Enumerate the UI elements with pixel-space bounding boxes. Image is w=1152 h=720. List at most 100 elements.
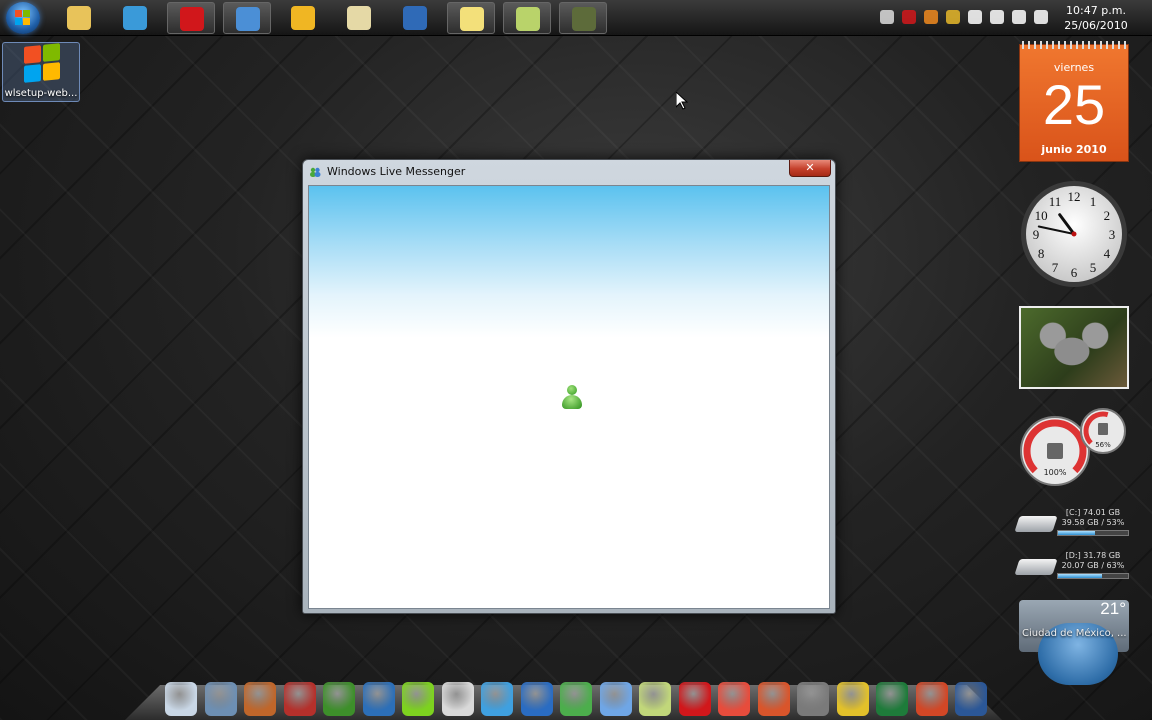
- photoshop-icon: [403, 6, 427, 30]
- desktop-icon-label: wlsetup-web...: [4, 88, 78, 99]
- drive-usage: 20.07 GB / 63%: [1061, 561, 1125, 570]
- itunes-icon: [123, 6, 147, 30]
- taskbar-clock[interactable]: 10:47 p.m. 25/06/2010: [1060, 3, 1132, 33]
- show-hidden-icons-icon[interactable]: [880, 10, 894, 24]
- drive-title: [C:] 74.01 GB: [1065, 508, 1121, 517]
- utorrent-dock-icon[interactable]: [323, 682, 355, 716]
- clock-gadget[interactable]: 12 12 3 45678 9 1011: [1019, 179, 1129, 289]
- explorer-taskbar-button[interactable]: [55, 2, 103, 34]
- xbox-dock-icon[interactable]: [402, 682, 434, 716]
- notes-taskbar-button[interactable]: [447, 2, 495, 34]
- safari-dock-icon[interactable]: [797, 682, 829, 716]
- clock-numeral: 5: [1090, 260, 1097, 275]
- drive-usage: 39.58 GB / 53%: [1061, 518, 1125, 527]
- clock-numeral: 2: [1104, 208, 1111, 223]
- itunes-taskbar-button[interactable]: [111, 2, 159, 34]
- sticky-notes-icon: [460, 7, 484, 31]
- messenger-icon: [236, 7, 260, 31]
- desktop-icon-wlsetup[interactable]: wlsetup-web...: [2, 42, 80, 102]
- photoshop-taskbar-button[interactable]: [391, 2, 439, 34]
- calendar-day-number: 25: [1042, 73, 1106, 136]
- weather-temperature: 21°: [1100, 599, 1126, 618]
- fireworks-taskbar-button[interactable]: [335, 2, 383, 34]
- notes-icon: [516, 7, 540, 31]
- messenger-dock-icon[interactable]: [599, 682, 632, 716]
- norton-dock-icon[interactable]: [836, 682, 869, 716]
- clock-numeral: 6: [1071, 265, 1078, 280]
- opera-taskbar-button[interactable]: [167, 2, 215, 34]
- messenger-loading-pane: [308, 185, 830, 609]
- clock-numeral: 10: [1035, 208, 1048, 223]
- memory-percent: 56%: [1095, 441, 1111, 449]
- hard-drive-icon: [1014, 559, 1058, 575]
- messenger-buddy-icon: [562, 385, 582, 411]
- mouse-cursor-icon: [676, 92, 688, 110]
- network-signal-icon[interactable]: [990, 10, 1004, 24]
- battery-icon[interactable]: [1012, 10, 1026, 24]
- messenger-app-icon: [310, 167, 321, 177]
- clock-numeral: 3: [1109, 227, 1116, 242]
- cpu-percent: 100%: [1044, 468, 1067, 477]
- clock-numeral: 12: [1068, 189, 1081, 204]
- update-tray-icon[interactable]: [924, 10, 938, 24]
- folder-icon: [67, 6, 91, 30]
- close-button[interactable]: ✕: [789, 160, 831, 177]
- hard-drive-icon: [1014, 516, 1058, 532]
- drive-d-gadget[interactable]: [D:] 31.78 GB 20.07 GB / 63%: [1014, 551, 1131, 585]
- windows-setup-icon: [24, 43, 60, 83]
- action-center-flag-icon[interactable]: [968, 10, 982, 24]
- clock-date: 25/06/2010: [1064, 19, 1128, 32]
- drive-c-gadget[interactable]: [C:] 74.01 GB 39.58 GB / 53%: [1014, 508, 1131, 542]
- drive-usage-bar: [1057, 573, 1129, 579]
- start-button[interactable]: [6, 2, 40, 34]
- books-dock-icon[interactable]: [283, 682, 316, 716]
- calendar-rings: [1022, 41, 1126, 49]
- opera-tray-icon[interactable]: [902, 10, 916, 24]
- mail-dock-icon[interactable]: [165, 682, 197, 716]
- clock-numeral: 11: [1049, 194, 1062, 209]
- calendar-gadget[interactable]: viernes 25 junio 2010: [1019, 41, 1129, 162]
- movie-maker-dock-icon[interactable]: [244, 682, 276, 716]
- clock-numeral: 7: [1052, 260, 1059, 275]
- word-dock-icon[interactable]: [955, 682, 987, 716]
- notes2-taskbar-button[interactable]: [503, 2, 551, 34]
- xbmc-dock-icon[interactable]: [362, 682, 395, 716]
- messenger-window[interactable]: Windows Live Messenger ✕: [302, 159, 836, 614]
- drive-usage-bar: [1057, 530, 1129, 536]
- camera-taskbar-button[interactable]: [559, 2, 607, 34]
- satellite-dock-icon[interactable]: [441, 682, 474, 716]
- volume-icon[interactable]: [1034, 10, 1048, 24]
- media-player-dock-icon[interactable]: [204, 682, 237, 716]
- memory-chip-icon: [1098, 423, 1108, 435]
- clock-numeral: 4: [1104, 246, 1111, 261]
- weather-city: Ciudad de México, ...: [1022, 628, 1127, 639]
- downloads-dock-icon[interactable]: [560, 682, 592, 716]
- gadget-tray-icon[interactable]: [946, 10, 960, 24]
- clock-numeral: 9: [1033, 227, 1040, 242]
- cpu-meter-gadget[interactable]: 100% 56%: [1019, 407, 1131, 487]
- fireworks-icon: [347, 6, 371, 30]
- calendar-month-year: junio 2010: [1041, 143, 1107, 156]
- clock-time: 10:47 p.m.: [1066, 4, 1126, 17]
- windows-dock-icon[interactable]: [481, 682, 513, 716]
- windows-orb-icon: [15, 10, 31, 26]
- tools-dock-icon[interactable]: [757, 682, 790, 716]
- messenger-taskbar-button[interactable]: [223, 2, 271, 34]
- window-title: Windows Live Messenger: [327, 165, 466, 178]
- opera-dock-icon[interactable]: [678, 682, 711, 716]
- camcorder-icon: [572, 7, 596, 31]
- stickies-dock-icon[interactable]: [718, 682, 750, 716]
- clock-numeral: 1: [1090, 194, 1097, 209]
- excel-dock-icon[interactable]: [876, 682, 908, 716]
- clock-numeral: 8: [1038, 246, 1045, 261]
- slideshow-gadget-koala-photo[interactable]: [1019, 306, 1129, 389]
- daemon-tools-icon: [291, 6, 315, 30]
- opera-icon: [180, 7, 204, 31]
- daemon-tools-taskbar-button[interactable]: [279, 2, 327, 34]
- powerpoint-dock-icon[interactable]: [915, 682, 948, 716]
- weather-gadget[interactable]: 21° Ciudad de México, ...: [1010, 597, 1132, 689]
- taskbar: 10:47 p.m. 25/06/2010: [0, 0, 1152, 36]
- notes-dock-icon[interactable]: [639, 682, 671, 716]
- globe-dock-icon[interactable]: [520, 682, 553, 716]
- drive-title: [D:] 31.78 GB: [1065, 551, 1121, 560]
